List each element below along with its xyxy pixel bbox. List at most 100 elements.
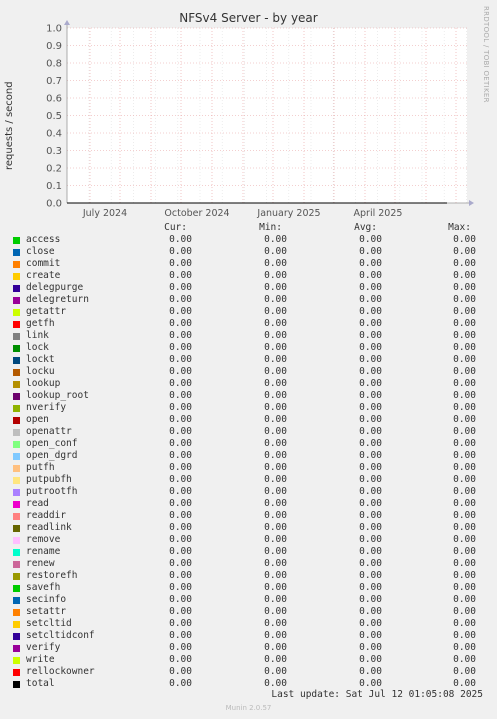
legend-cur-value: 0.00	[169, 534, 192, 545]
legend-min-value: 0.00	[264, 654, 287, 665]
legend-min-value: 0.00	[264, 282, 287, 293]
legend-min-value: 0.00	[264, 270, 287, 281]
legend-swatch	[13, 417, 20, 424]
legend-max-value: 0.00	[453, 546, 476, 557]
legend-min-value: 0.00	[264, 378, 287, 389]
last-update: Last update: Sat Jul 12 01:05:08 2025	[271, 689, 483, 700]
legend-max-value: 0.00	[453, 474, 476, 485]
legend-swatch	[13, 561, 20, 568]
legend-max-value: 0.00	[453, 678, 476, 689]
legend-series-name: verify	[26, 642, 61, 653]
legend-series-name: remove	[26, 534, 61, 545]
x-tick-label: July 2024	[82, 208, 127, 219]
legend-swatch	[13, 537, 20, 544]
legend-series-name: nverify	[26, 402, 67, 413]
legend-swatch	[13, 681, 20, 688]
legend-min-value: 0.00	[264, 366, 287, 377]
legend-row: nverify 0.00 0.00 0.00 0.00	[0, 402, 497, 414]
legend-avg-value: 0.00	[359, 234, 382, 245]
legend-swatch	[13, 513, 20, 520]
legend-swatch	[13, 309, 20, 316]
legend-series-name: setcltidconf	[26, 630, 95, 641]
legend-swatch	[13, 489, 20, 496]
legend-swatch	[13, 297, 20, 304]
legend-min-value: 0.00	[264, 426, 287, 437]
legend-series-name: readlink	[26, 522, 72, 533]
legend-min-value: 0.00	[264, 306, 287, 317]
legend-row: savefh 0.00 0.00 0.00 0.00	[0, 582, 497, 594]
legend-swatch	[13, 441, 20, 448]
legend-swatch	[13, 333, 20, 340]
legend-cur-value: 0.00	[169, 402, 192, 413]
legend-row: read 0.00 0.00 0.00 0.00	[0, 498, 497, 510]
legend-avg-value: 0.00	[359, 558, 382, 569]
legend-cur-value: 0.00	[169, 642, 192, 653]
legend-swatch	[13, 633, 20, 640]
legend-avg-value: 0.00	[359, 282, 382, 293]
legend-max-value: 0.00	[453, 366, 476, 377]
legend-max-value: 0.00	[453, 330, 476, 341]
legend-cur-value: 0.00	[169, 354, 192, 365]
legend-min-value: 0.00	[264, 486, 287, 497]
legend-row: renew 0.00 0.00 0.00 0.00	[0, 558, 497, 570]
legend-row: getfh 0.00 0.00 0.00 0.00	[0, 318, 497, 330]
y-tick-label: 0.6	[46, 94, 62, 105]
legend-swatch	[13, 657, 20, 664]
legend-swatch	[13, 549, 20, 556]
legend-max-value: 0.00	[453, 354, 476, 365]
legend-series-name: renew	[26, 558, 55, 569]
legend-avg-value: 0.00	[359, 318, 382, 329]
legend-series-name: delegpurge	[26, 282, 84, 293]
y-tick-label: 0.3	[46, 146, 62, 157]
legend-row: setcltidconf 0.00 0.00 0.00 0.00	[0, 630, 497, 642]
legend-row: secinfo 0.00 0.00 0.00 0.00	[0, 594, 497, 606]
legend-series-name: putrootfh	[26, 486, 78, 497]
legend-row: readlink 0.00 0.00 0.00 0.00	[0, 522, 497, 534]
legend-avg-value: 0.00	[359, 594, 382, 605]
legend-max-value: 0.00	[453, 246, 476, 257]
legend-swatch	[13, 477, 20, 484]
legend-series-name: open_dgrd	[26, 450, 78, 461]
legend-row: rellockowner 0.00 0.00 0.00 0.00	[0, 666, 497, 678]
legend-swatch	[13, 393, 20, 400]
legend-cur-value: 0.00	[169, 510, 192, 521]
legend-cur-value: 0.00	[169, 666, 192, 677]
legend-avg-value: 0.00	[359, 246, 382, 257]
x-axis-arrow	[469, 200, 474, 206]
legend-swatch	[13, 429, 20, 436]
legend-row: lock 0.00 0.00 0.00 0.00	[0, 342, 497, 354]
legend-series-name: openattr	[26, 426, 72, 437]
legend-cur-value: 0.00	[169, 378, 192, 389]
munin-version: Munin 2.0.57	[225, 704, 272, 712]
legend-max-value: 0.00	[453, 318, 476, 329]
y-axis-arrow	[64, 20, 70, 25]
legend-min-value: 0.00	[264, 522, 287, 533]
legend-cur-value: 0.00	[169, 366, 192, 377]
legend-cur-value: 0.00	[169, 258, 192, 269]
legend-swatch	[13, 357, 20, 364]
legend-row: write 0.00 0.00 0.00 0.00	[0, 654, 497, 666]
legend-series-name: open	[26, 414, 49, 425]
legend-cur-value: 0.00	[169, 294, 192, 305]
legend-max-value: 0.00	[453, 594, 476, 605]
legend-avg-value: 0.00	[359, 270, 382, 281]
legend-cur-value: 0.00	[169, 270, 192, 281]
legend-series-name: readdir	[26, 510, 67, 521]
legend-cur-value: 0.00	[169, 282, 192, 293]
legend-avg-value: 0.00	[359, 678, 382, 689]
legend-row: restorefh 0.00 0.00 0.00 0.00	[0, 570, 497, 582]
legend-cur-value: 0.00	[169, 330, 192, 341]
legend-max-value: 0.00	[453, 666, 476, 677]
legend-cur-value: 0.00	[169, 570, 192, 581]
legend-avg-value: 0.00	[359, 330, 382, 341]
legend-swatch	[13, 645, 20, 652]
legend-max-value: 0.00	[453, 654, 476, 665]
legend-cur-value: 0.00	[169, 522, 192, 533]
legend-cur-value: 0.00	[169, 306, 192, 317]
legend-min-value: 0.00	[264, 462, 287, 473]
legend-row: lookup_root 0.00 0.00 0.00 0.00	[0, 390, 497, 402]
legend-swatch	[13, 465, 20, 472]
legend-cur-value: 0.00	[169, 594, 192, 605]
legend-avg-value: 0.00	[359, 438, 382, 449]
legend-min-value: 0.00	[264, 618, 287, 629]
